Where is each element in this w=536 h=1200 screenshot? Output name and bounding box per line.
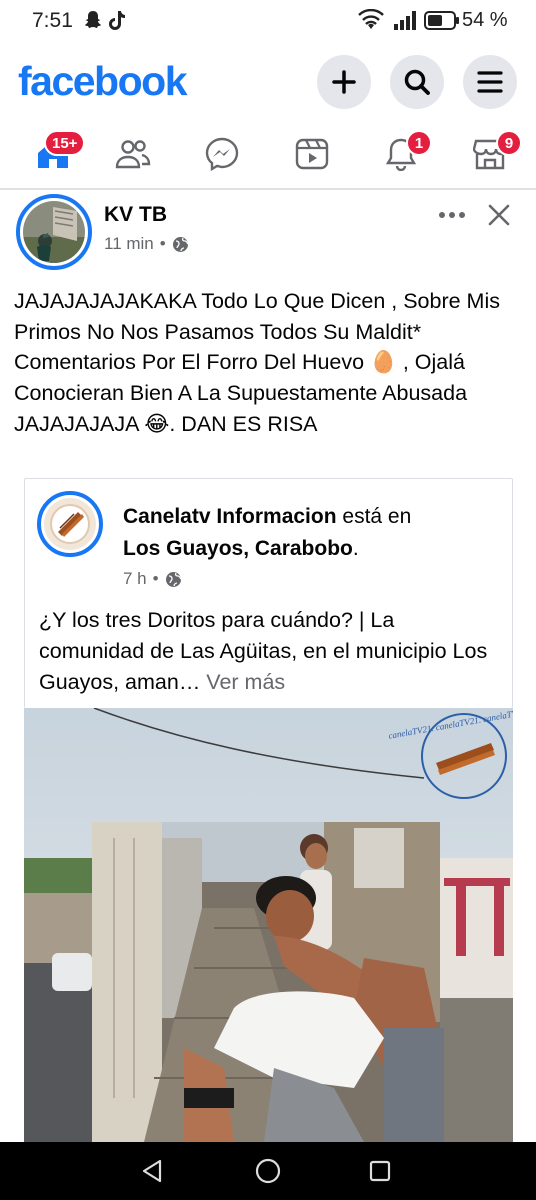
more-icon: [439, 212, 445, 218]
tab-video[interactable]: [277, 124, 347, 184]
friends-icon: [115, 140, 151, 169]
facebook-logo[interactable]: facebook: [18, 58, 188, 105]
recents-icon[interactable]: [368, 1159, 392, 1183]
shared-meta-separator: •: [152, 569, 159, 588]
close-icon: [488, 204, 510, 226]
post-author-name[interactable]: KV TB: [104, 203, 167, 227]
location-connector: está en: [336, 505, 412, 528]
globe-icon: [172, 236, 189, 252]
shared-header-line2: Los Guayos, Carabobo.: [123, 537, 359, 561]
menu-button[interactable]: [463, 55, 517, 109]
snapchat-icon: [84, 10, 102, 35]
post-text: JAJAJAJAJAKAKA Todo Lo Que Dicen , Sobre…: [14, 289, 500, 436]
home-nav-icon[interactable]: [254, 1157, 282, 1185]
menu-icon: [477, 71, 503, 93]
shared-text: ¿Y los tres Doritos para cuándo? | La co…: [39, 605, 505, 698]
wifi-icon: [358, 8, 384, 36]
post-options-button[interactable]: [432, 200, 472, 230]
tiktok-icon: [108, 10, 126, 35]
search-button[interactable]: [390, 55, 444, 109]
create-button[interactable]: [317, 55, 371, 109]
globe-icon: [165, 571, 182, 587]
page-name[interactable]: Canelatv Informacion: [123, 505, 337, 528]
author-avatar[interactable]: [16, 194, 92, 270]
marketplace-badge: 9: [496, 130, 522, 156]
messenger-icon: [205, 137, 239, 171]
search-icon: [404, 69, 430, 95]
profile-photo: [23, 201, 85, 263]
tab-bar: 15+ 1 9: [0, 124, 536, 190]
tab-friends[interactable]: [98, 124, 168, 184]
shared-meta: 7 h •: [123, 569, 182, 589]
tab-messenger[interactable]: [187, 124, 257, 184]
meta-separator: •: [159, 234, 166, 253]
status-time: 7:51: [32, 9, 73, 32]
shared-time[interactable]: 7 h: [123, 569, 147, 589]
add-icon: [332, 70, 356, 94]
notifications-badge: 1: [406, 130, 432, 156]
video-icon: [295, 138, 329, 170]
shared-post-card[interactable]: Canelatv Informacion está en Los Guayos,…: [24, 478, 513, 708]
location-period: .: [352, 537, 359, 560]
battery-icon: [424, 11, 460, 35]
home-badge: 15+: [44, 130, 86, 156]
signal-icon: [393, 10, 417, 35]
shared-header-line1: Canelatv Informacion está en: [123, 505, 411, 529]
street-scene-image: canelaTV21. canelaTV21. canelaTV21.: [24, 708, 513, 1142]
status-bar: 7:51 54 %: [0, 0, 536, 40]
post-time[interactable]: 11 min: [104, 234, 154, 254]
post-photo[interactable]: canelaTV21. canelaTV21. canelaTV21.: [24, 708, 513, 1142]
battery-level: 54 %: [462, 9, 508, 31]
see-more-link[interactable]: Ver más: [200, 670, 285, 694]
location-link[interactable]: Los Guayos, Carabobo: [123, 537, 353, 560]
system-nav-bar: [0, 1142, 536, 1200]
post-meta: 11 min •: [104, 234, 189, 254]
page-avatar[interactable]: [37, 491, 103, 557]
back-icon[interactable]: [140, 1158, 166, 1184]
page-logo: [44, 498, 96, 550]
hide-post-button[interactable]: [484, 200, 514, 230]
